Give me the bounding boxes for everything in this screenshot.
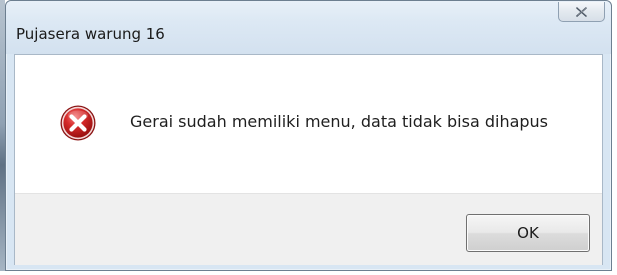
message-dialog: Pujasera warung 16 Gerai sudah memiliki … — [5, 0, 612, 271]
screenshot-root: Pujasera warung 16 Gerai sudah memiliki … — [0, 0, 617, 275]
ok-button-label: OK — [517, 224, 539, 242]
close-button[interactable] — [558, 2, 605, 22]
dialog-body: Gerai sudah memiliki menu, data tidak bi… — [14, 54, 603, 265]
error-icon — [60, 105, 96, 141]
title-bar[interactable]: Pujasera warung 16 — [6, 1, 611, 54]
error-message: Gerai sudah memiliki menu, data tidak bi… — [130, 112, 549, 131]
button-bar: OK — [15, 193, 602, 265]
window-title: Pujasera warung 16 — [16, 25, 165, 43]
message-area: Gerai sudah memiliki menu, data tidak bi… — [15, 55, 602, 193]
close-icon — [576, 6, 587, 17]
ok-button[interactable]: OK — [466, 214, 590, 252]
bottom-strip — [0, 271, 617, 275]
